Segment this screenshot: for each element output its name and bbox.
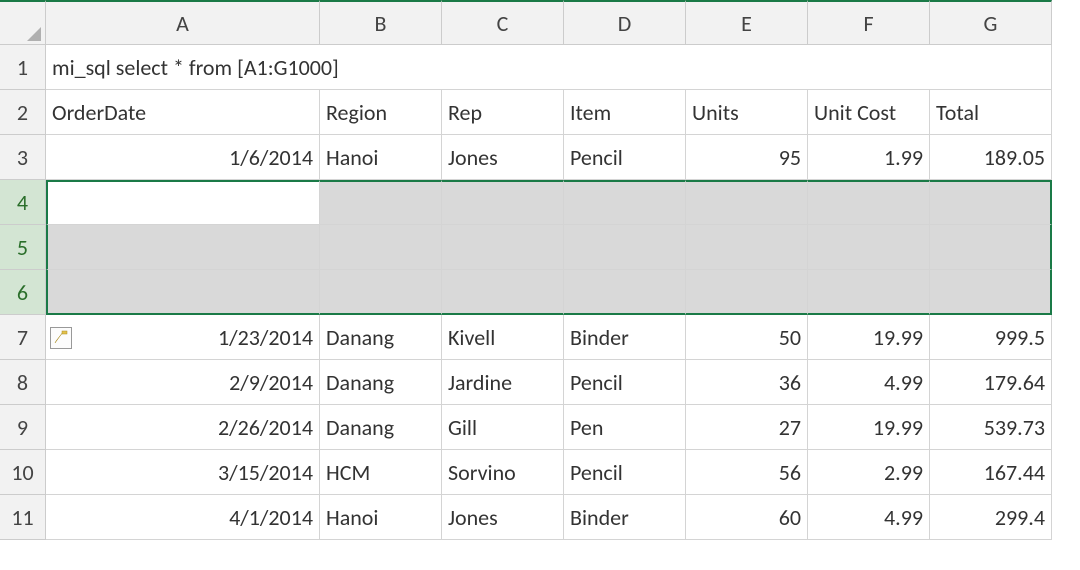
cell-F3[interactable]: 1.99 [808,135,930,180]
cell-G3[interactable]: 189.05 [930,135,1052,180]
cell-A7-value: 1/23/2014 [218,324,313,351]
cell-E9[interactable]: 27 [686,405,808,450]
cell-G11[interactable]: 299.4 [930,495,1052,540]
row-header-3[interactable]: 3 [0,135,46,180]
cell-D9[interactable]: Pen [564,405,686,450]
cell-E6[interactable] [686,270,808,315]
cell-C4[interactable] [442,180,564,225]
paste-options-button[interactable] [50,327,72,349]
cell-A2[interactable]: OrderDate [46,90,320,135]
cell-A10[interactable]: 3/15/2014 [46,450,320,495]
cell-G10[interactable]: 167.44 [930,450,1052,495]
cell-E4[interactable] [686,180,808,225]
cell-B6[interactable] [320,270,442,315]
cell-E7[interactable]: 50 [686,315,808,360]
cell-G4[interactable] [930,180,1052,225]
cell-G5[interactable] [930,225,1052,270]
select-all-corner[interactable] [0,0,46,45]
cell-B5[interactable] [320,225,442,270]
cell-G7[interactable]: 999.5 [930,315,1052,360]
cell-F7[interactable]: 19.99 [808,315,930,360]
cell-D8[interactable]: Pencil [564,360,686,405]
row-header-4[interactable]: 4 [0,180,46,225]
cell-C3[interactable]: Jones [442,135,564,180]
cell-B3[interactable]: Hanoi [320,135,442,180]
row-header-7[interactable]: 7 [0,315,46,360]
cell-B11[interactable]: Hanoi [320,495,442,540]
cell-A8[interactable]: 2/9/2014 [46,360,320,405]
cell-B8[interactable]: Danang [320,360,442,405]
cell-B4[interactable] [320,180,442,225]
cell-D2[interactable]: Item [564,90,686,135]
cell-G9[interactable]: 539.73 [930,405,1052,450]
cell-D5[interactable] [564,225,686,270]
cell-D7[interactable]: Binder [564,315,686,360]
cell-C9[interactable]: Gill [442,405,564,450]
cell-E3[interactable]: 95 [686,135,808,180]
cell-F10[interactable]: 2.99 [808,450,930,495]
cell-E10[interactable]: 56 [686,450,808,495]
cell-A4[interactable] [46,180,320,225]
cell-A5[interactable] [46,225,320,270]
cell-E2[interactable]: Units [686,90,808,135]
cell-C7[interactable]: Kivell [442,315,564,360]
cell-A1[interactable]: mi_sql select * from [A1:G1000] [46,45,1052,90]
cell-D11[interactable]: Binder [564,495,686,540]
cell-E8[interactable]: 36 [686,360,808,405]
cell-B10[interactable]: HCM [320,450,442,495]
col-header-F[interactable]: F [808,0,930,45]
cell-F2[interactable]: Unit Cost [808,90,930,135]
cell-A11[interactable]: 4/1/2014 [46,495,320,540]
cell-F9[interactable]: 19.99 [808,405,930,450]
row-header-2[interactable]: 2 [0,90,46,135]
col-header-C[interactable]: C [442,0,564,45]
cell-A6[interactable] [46,270,320,315]
cell-F4[interactable] [808,180,930,225]
cell-F5[interactable] [808,225,930,270]
paste-options-icon [53,330,69,346]
cell-C6[interactable] [442,270,564,315]
row-header-6[interactable]: 6 [0,270,46,315]
cell-G2[interactable]: Total [930,90,1052,135]
col-header-E[interactable]: E [686,0,808,45]
cell-F11[interactable]: 4.99 [808,495,930,540]
row-header-10[interactable]: 10 [0,450,46,495]
col-header-B[interactable]: B [320,0,442,45]
cell-F8[interactable]: 4.99 [808,360,930,405]
cell-E11[interactable]: 60 [686,495,808,540]
row-header-5[interactable]: 5 [0,225,46,270]
cell-G6[interactable] [930,270,1052,315]
spreadsheet-grid[interactable]: A B C D E F G 1 mi_sql select * from [A1… [0,0,1080,540]
row-header-9[interactable]: 9 [0,405,46,450]
row-header-1[interactable]: 1 [0,45,46,90]
cell-D3[interactable]: Pencil [564,135,686,180]
cell-E5[interactable] [686,225,808,270]
cell-D4[interactable] [564,180,686,225]
cell-A9[interactable]: 2/26/2014 [46,405,320,450]
col-header-A[interactable]: A [46,0,320,45]
col-header-G[interactable]: G [930,0,1052,45]
cell-C2[interactable]: Rep [442,90,564,135]
cell-C8[interactable]: Jardine [442,360,564,405]
cell-A7[interactable]: 1/23/2014 [46,315,320,360]
col-header-D[interactable]: D [564,0,686,45]
cell-C5[interactable] [442,225,564,270]
cell-B7[interactable]: Danang [320,315,442,360]
cell-A3[interactable]: 1/6/2014 [46,135,320,180]
cell-B2[interactable]: Region [320,90,442,135]
cell-F6[interactable] [808,270,930,315]
row-header-8[interactable]: 8 [0,360,46,405]
row-header-11[interactable]: 11 [0,495,46,540]
cell-D10[interactable]: Pencil [564,450,686,495]
cell-G8[interactable]: 179.64 [930,360,1052,405]
cell-C11[interactable]: Jones [442,495,564,540]
cell-D6[interactable] [564,270,686,315]
cell-C10[interactable]: Sorvino [442,450,564,495]
cell-B9[interactable]: Danang [320,405,442,450]
